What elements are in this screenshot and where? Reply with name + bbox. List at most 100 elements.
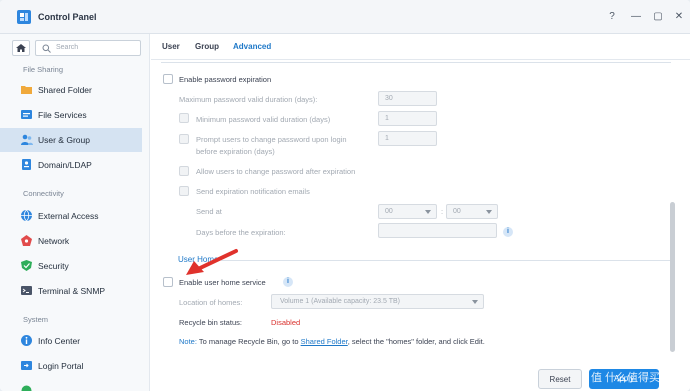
network-icon (21, 235, 32, 246)
min-valid-duration-input[interactable]: 1 (378, 111, 437, 126)
advanced-settings-panel: Enable password expiration Maximum passw… (151, 60, 681, 370)
sidebar-item-user-group[interactable]: User & Group (0, 128, 142, 152)
location-of-homes-label: Location of homes: (179, 298, 243, 307)
info-center-icon (21, 335, 32, 346)
sidebar-item-network[interactable]: Network (0, 229, 142, 253)
sidebar-item-terminal-snmp[interactable]: Terminal & SNMP (0, 279, 142, 303)
location-of-homes-select[interactable]: Volume 1 (Available capacity: 23.5 TB) (271, 294, 484, 309)
sidebar-item-file-services[interactable]: File Services (0, 103, 142, 127)
section-divider (221, 260, 671, 261)
minimize-icon[interactable]: — (630, 11, 642, 23)
send-at-label: Send at (196, 207, 222, 216)
external-access-icon (21, 209, 32, 222)
sidebar-item-partial[interactable] (0, 379, 142, 391)
min-valid-duration-value: 1 (385, 115, 389, 122)
sidebar-item-shared-folder[interactable]: Shared Folder (0, 78, 142, 102)
user-group-icon (21, 134, 33, 145)
sidebar-item-domain-ldap[interactable]: Domain/LDAP (0, 153, 142, 177)
sidebar-item-label: User & Group (38, 135, 90, 145)
time-separator: : (441, 207, 444, 216)
red-arrow-annotation (186, 249, 238, 275)
sidebar-item-login-portal[interactable]: Login Portal (0, 354, 142, 378)
prompt-users-label-line1: Prompt users to change password upon log… (196, 135, 347, 144)
sidebar-item-label: Shared Folder (38, 85, 92, 95)
search-icon (42, 44, 51, 53)
recycle-bin-status-label: Recycle bin status: (179, 318, 242, 327)
title-bar: Control Panel ? — ▢ ✕ (0, 0, 690, 34)
allow-change-after-expiration-label: Allow users to change password after exp… (196, 167, 356, 176)
send-notification-label: Send expiration notification emails (196, 187, 310, 196)
control-panel-window: Control Panel ? — ▢ ✕ Search File Sharin… (0, 0, 690, 391)
section-connectivity: Connectivity (23, 189, 64, 198)
sidebar-item-label: Domain/LDAP (38, 160, 92, 170)
days-before-input[interactable] (378, 223, 497, 238)
section-divider (161, 62, 671, 63)
watermark: 值 什么值得买 (591, 372, 661, 384)
sidebar-item-label: File Services (38, 110, 87, 120)
terminal-icon (21, 286, 32, 295)
location-of-homes-value: Volume 1 (Available capacity: 23.5 TB) (280, 298, 400, 305)
enable-user-home-checkbox[interactable] (163, 277, 173, 287)
shared-folder-link[interactable]: Shared Folder (301, 337, 348, 346)
home-icon (16, 44, 26, 52)
sidebar-item-label: Login Portal (38, 361, 84, 371)
min-valid-duration-label: Minimum password valid duration (days) (196, 115, 331, 124)
chevron-down-icon (472, 300, 478, 304)
max-valid-duration-input[interactable]: 30 (378, 91, 437, 106)
sidebar-item-label: Info Center (38, 336, 81, 346)
tab-user[interactable]: User (162, 42, 180, 51)
allow-change-after-expiration-checkbox[interactable] (179, 166, 189, 176)
prompt-users-value: 1 (385, 135, 389, 142)
recycle-bin-note: Note: To manage Recycle Bin, go to Share… (179, 337, 485, 346)
note-text-2: , select the "homes" folder, and click E… (347, 337, 485, 346)
send-at-minute-value: 00 (453, 208, 461, 215)
close-icon[interactable]: ✕ (673, 11, 685, 23)
prompt-users-checkbox[interactable] (179, 134, 189, 144)
sidebar-item-label: External Access (38, 211, 99, 221)
shared-folder-icon (21, 86, 32, 94)
scrollbar[interactable] (670, 202, 675, 352)
days-before-label: Days before the expiration: (196, 228, 286, 237)
send-at-minute-select[interactable]: 00 (446, 204, 498, 219)
min-valid-duration-checkbox[interactable] (179, 113, 189, 123)
maximize-icon[interactable]: ▢ (652, 11, 664, 23)
file-services-icon (21, 110, 32, 119)
regional-options-icon (21, 385, 32, 391)
prompt-users-input[interactable]: 1 (378, 131, 437, 146)
sidebar-item-security[interactable]: Security (0, 254, 142, 278)
info-icon[interactable]: i (503, 227, 513, 237)
tab-advanced[interactable]: Advanced (233, 42, 271, 51)
max-valid-duration-value: 30 (385, 95, 393, 102)
note-prefix: Note: (179, 337, 197, 346)
enable-password-expiration-label: Enable password expiration (179, 75, 272, 84)
sidebar-item-external-access[interactable]: External Access (0, 204, 142, 228)
tab-bar: User Group Advanced (151, 34, 690, 60)
recycle-bin-status-value: Disabled (271, 318, 301, 327)
sidebar-item-info-center[interactable]: Info Center (0, 329, 142, 353)
home-button[interactable] (12, 40, 30, 56)
prompt-users-label-line2: before expiration (days) (196, 147, 275, 156)
control-panel-app-icon (17, 10, 31, 24)
sidebar-item-label: Security (38, 261, 69, 271)
search-input[interactable]: Search (35, 40, 141, 56)
note-text-1: To manage Recycle Bin, go to (198, 337, 299, 346)
send-at-hour-value: 00 (385, 208, 393, 215)
reset-button[interactable]: Reset (538, 369, 582, 389)
send-notification-checkbox[interactable] (179, 186, 189, 196)
help-icon[interactable]: ? (606, 11, 618, 23)
section-system: System (23, 315, 49, 324)
info-icon[interactable]: i (283, 277, 293, 287)
enable-user-home-label: Enable user home service (179, 278, 266, 287)
sidebar: Search File Sharing Shared Folder File S… (0, 34, 150, 391)
window-title: Control Panel (38, 12, 97, 22)
chevron-down-icon (425, 210, 431, 214)
send-at-hour-select[interactable]: 00 (378, 204, 437, 219)
section-file-sharing: File Sharing (23, 65, 64, 74)
max-valid-duration-label: Maximum password valid duration (days): (179, 95, 318, 104)
sidebar-item-label: Terminal & SNMP (38, 286, 106, 296)
shield-icon (21, 260, 32, 271)
enable-password-expiration-checkbox[interactable] (163, 74, 173, 84)
tab-group[interactable]: Group (195, 42, 219, 51)
chevron-down-icon (486, 210, 492, 214)
login-portal-icon (21, 361, 32, 370)
